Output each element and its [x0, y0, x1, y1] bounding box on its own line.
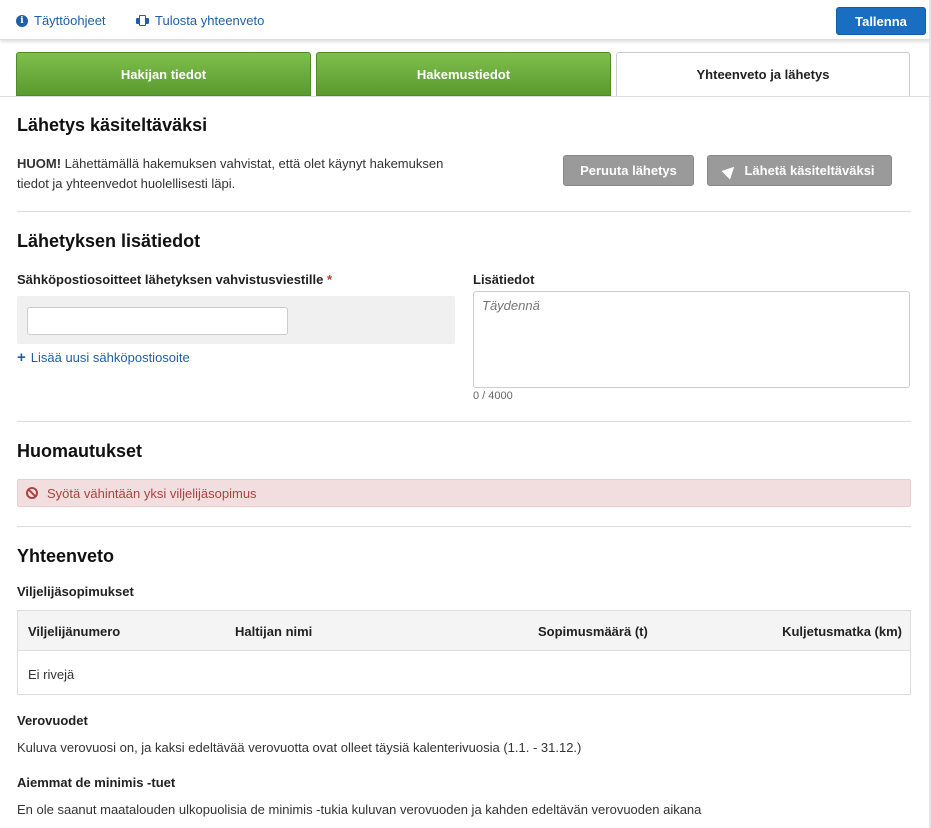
- help-link-label: Täyttöohjeet: [34, 13, 106, 28]
- save-button[interactable]: Tallenna: [836, 7, 926, 35]
- contracts-table: Viljelijänumero Haltijan nimi Sopimusmää…: [17, 610, 911, 695]
- deminimis-subtitle: Aiemmat de minimis -tuet: [17, 775, 176, 790]
- char-counter: 0 / 4000: [473, 390, 513, 402]
- info-icon: i: [16, 14, 28, 27]
- table-header: Viljelijänumero Haltijan nimi Sopimusmää…: [18, 611, 910, 651]
- divider: [17, 211, 911, 212]
- additional-info-textarea[interactable]: [473, 291, 910, 388]
- plus-icon: +: [17, 349, 26, 366]
- send-label: Lähetä käsiteltäväksi: [744, 163, 875, 178]
- cancel-submit-label: Peruuta lähetys: [580, 163, 677, 178]
- cancel-submit-button[interactable]: Peruuta lähetys: [563, 155, 694, 186]
- info-field-label: Lisätiedot: [473, 272, 535, 287]
- col-header-transport-distance[interactable]: Kuljetusmatka (km): [782, 624, 902, 639]
- deminimis-text: En ole saanut maatalouden ulkopuolisia d…: [17, 802, 702, 817]
- extra-section-title: Lähetyksen lisätiedot: [17, 231, 201, 251]
- required-mark: *: [326, 272, 333, 287]
- col-header-holder-name[interactable]: Haltijan nimi: [235, 624, 312, 639]
- printer-icon: [136, 15, 149, 26]
- notice-strong: HUOM!: [17, 156, 62, 171]
- contracts-subtitle: Viljelijäsopimukset: [17, 584, 134, 599]
- tab-summary-submit[interactable]: Yhteenveto ja lähetys: [616, 52, 910, 96]
- error-text: Syötä vähintään yksi viljelijäsopimus: [47, 485, 257, 501]
- submit-notice: HUOM! Lähettämällä hakemuksen vahvistat,…: [17, 154, 457, 194]
- print-link-label: Tulosta yhteenveto: [155, 13, 265, 28]
- tab-divider: [0, 96, 929, 97]
- email-field[interactable]: [27, 307, 288, 335]
- summary-section-title: Yhteenveto: [17, 546, 115, 566]
- add-email-link[interactable]: + Lisää uusi sähköpostiosoite: [17, 349, 190, 366]
- remarks-section-title: Huomautukset: [17, 441, 143, 461]
- paper-plane-icon: [721, 162, 739, 179]
- col-header-contract-amount[interactable]: Sopimusmäärä (t): [538, 624, 648, 639]
- help-link[interactable]: i Täyttöohjeet: [16, 13, 106, 28]
- ban-icon: [26, 487, 38, 499]
- print-summary-link[interactable]: Tulosta yhteenveto: [136, 13, 264, 28]
- empty-table-message: Ei rivejä: [28, 667, 75, 682]
- tab-bar: Hakijan tiedot Hakemustiedot Yhteenveto …: [16, 52, 910, 96]
- divider: [17, 421, 911, 422]
- divider: [17, 526, 911, 527]
- add-email-label: Lisää uusi sähköpostiosoite: [30, 350, 190, 365]
- send-for-processing-button[interactable]: Lähetä käsiteltäväksi: [707, 155, 892, 186]
- tab-applicant-info[interactable]: Hakijan tiedot: [16, 52, 311, 96]
- tax-years-subtitle: Verovuodet: [17, 713, 88, 728]
- email-field-label: Sähköpostiosoitteet lähetyksen vahvistus…: [17, 272, 332, 287]
- error-alert: Syötä vähintään yksi viljelijäsopimus: [17, 479, 911, 507]
- submit-section-title: Lähetys käsiteltäväksi: [17, 115, 208, 135]
- email-label-text: Sähköpostiosoitteet lähetyksen vahvistus…: [17, 272, 324, 287]
- top-toolbar: i Täyttöohjeet Tulosta yhteenveto Tallen…: [0, 0, 931, 40]
- tab-application-info[interactable]: Hakemustiedot: [316, 52, 611, 96]
- notice-text: Lähettämällä hakemuksen vahvistat, että …: [17, 156, 444, 191]
- tax-years-text: Kuluva verovuosi on, ja kaksi edeltävää …: [17, 740, 582, 755]
- col-header-farmer-number[interactable]: Viljelijänumero: [28, 624, 120, 639]
